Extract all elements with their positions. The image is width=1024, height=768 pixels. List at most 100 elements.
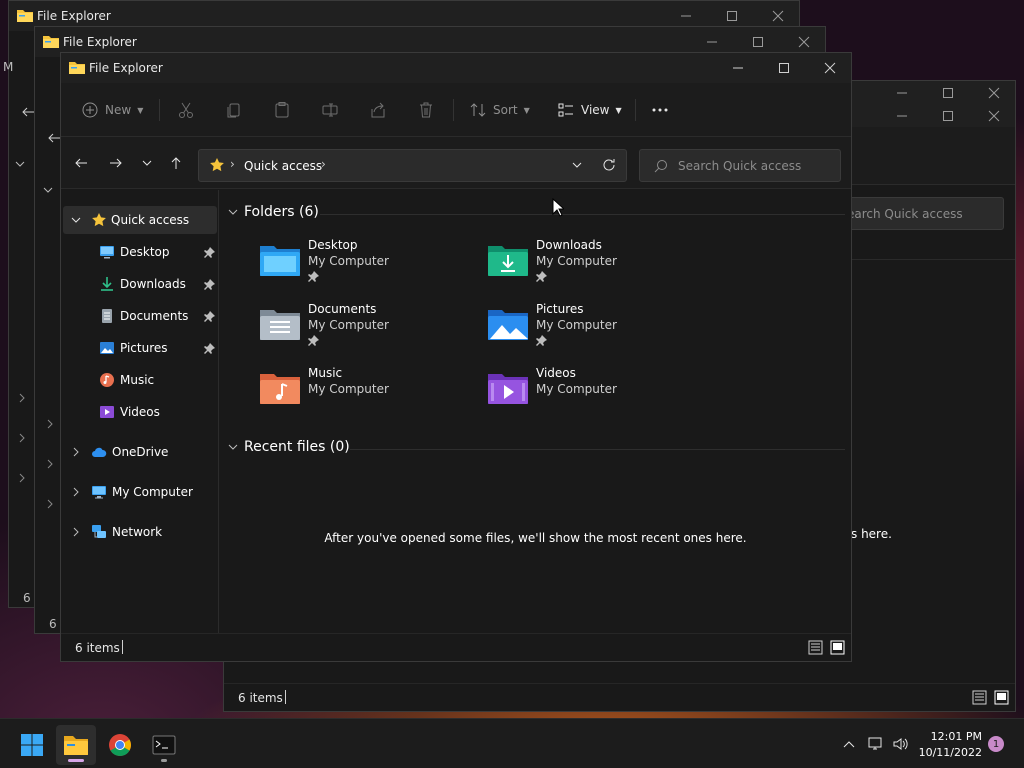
window-title: File Explorer [37, 9, 111, 23]
folder-tile-videos[interactable]: Videos My Computer [486, 366, 696, 418]
up-button[interactable] [166, 153, 186, 173]
chrome-icon [109, 734, 131, 756]
folder-tile-downloads[interactable]: Downloads My Computer [486, 238, 696, 290]
cut-button[interactable] [177, 83, 195, 137]
sidebar-item-label: Videos [120, 405, 160, 419]
maximize-button[interactable] [925, 81, 971, 105]
tile-name: Pictures [536, 302, 584, 316]
new-button[interactable]: New ▼ [81, 83, 143, 137]
up-arrow-icon [171, 157, 181, 169]
sidebar-item-pictures[interactable]: Pictures [63, 334, 217, 362]
taskbar-terminal[interactable] [144, 725, 184, 765]
chevron-right-icon [19, 393, 25, 403]
share-icon [371, 102, 385, 118]
delete-button[interactable] [417, 83, 435, 137]
more-options-button[interactable] [651, 83, 669, 137]
forward-button[interactable] [106, 153, 126, 173]
chevron-down-icon [228, 209, 238, 215]
sidebar-item-music[interactable]: Music [63, 366, 217, 394]
recent-locations-button[interactable] [137, 153, 157, 173]
back-button[interactable] [71, 153, 91, 173]
title-bar[interactable]: File Explorer [61, 53, 851, 83]
sidebar-item-videos[interactable]: Videos [63, 398, 217, 426]
details-view-icon[interactable] [808, 640, 823, 655]
close-button[interactable] [807, 53, 853, 83]
breadcrumb-quick-access[interactable]: Quick access [244, 159, 322, 173]
chevron-down-icon[interactable] [571, 159, 583, 171]
tile-name: Desktop [308, 238, 358, 252]
sidebar-item-onedrive[interactable]: OneDrive [63, 438, 217, 466]
sidebar-item-label: OneDrive [112, 445, 169, 459]
taskbar-chrome[interactable] [100, 725, 140, 765]
clock-date[interactable]: 10/11/2022 [916, 746, 982, 759]
details-view-icon[interactable] [972, 690, 987, 705]
chevron-right-icon [47, 499, 53, 509]
address-bar[interactable]: › Quick access › [198, 149, 627, 182]
close-button[interactable] [971, 105, 1017, 127]
folders-group-header[interactable]: Folders (6) [228, 204, 319, 220]
ellipsis-icon [652, 108, 668, 112]
chevron-right-icon[interactable] [71, 447, 81, 457]
volume-icon[interactable] [892, 736, 908, 752]
text-fragment: M [3, 60, 14, 74]
pin-icon [308, 271, 319, 282]
pin-icon [204, 343, 215, 354]
group-divider [320, 214, 845, 215]
close-icon [772, 10, 784, 22]
minimize-button[interactable] [879, 81, 925, 105]
search-input[interactable] [678, 156, 836, 176]
sidebar-item-downloads[interactable]: Downloads [63, 270, 217, 298]
navigation-pane: Quick access Desktop Downloads Documents… [61, 190, 219, 634]
refresh-icon[interactable] [602, 158, 616, 172]
sidebar-item-my-computer[interactable]: My Computer [63, 478, 217, 506]
sidebar-item-label: Downloads [120, 277, 186, 291]
file-explorer-window[interactable]: File Explorer New ▼ Sort ▼ View ▼ › Quic… [60, 52, 852, 662]
rename-button[interactable] [321, 83, 339, 137]
minimize-button[interactable] [715, 53, 761, 83]
notification-badge[interactable]: 1 [988, 736, 1004, 752]
folder-tile-desktop[interactable]: Desktop My Computer [258, 238, 468, 290]
share-button[interactable] [369, 83, 387, 137]
copy-button[interactable] [225, 83, 243, 137]
tiles-view-icon[interactable] [830, 640, 845, 655]
chevron-down-icon [15, 161, 25, 167]
folder-tile-music[interactable]: Music My Computer [258, 366, 468, 418]
start-button[interactable] [12, 725, 52, 765]
sidebar-item-documents[interactable]: Documents [63, 302, 217, 330]
copy-icon [227, 103, 240, 118]
chevron-right-icon [19, 473, 25, 483]
music-folder-icon [260, 374, 300, 404]
window-title: File Explorer [63, 35, 137, 49]
videos-folder-icon [488, 374, 528, 404]
command-bar: New ▼ Sort ▼ View ▼ [61, 83, 851, 137]
clock-time[interactable]: 12:01 PM [922, 730, 982, 743]
taskbar-file-explorer[interactable] [56, 725, 96, 765]
recent-files-group-header[interactable]: Recent files (0) [228, 439, 350, 455]
taskbar: 12:01 PM 10/11/2022 1 [0, 718, 1024, 768]
minimize-button[interactable] [879, 105, 925, 127]
breadcrumb-separator-icon[interactable]: › [321, 157, 326, 171]
maximize-button[interactable] [761, 53, 807, 83]
close-button[interactable] [971, 81, 1017, 105]
folder-tile-pictures[interactable]: Pictures My Computer [486, 302, 696, 354]
minimize-icon [897, 92, 907, 94]
chevron-right-icon[interactable] [71, 527, 81, 537]
sort-button[interactable]: Sort ▼ [469, 83, 530, 137]
search-box[interactable] [639, 149, 841, 182]
tiles-view-icon[interactable] [994, 690, 1009, 705]
folder-tile-documents[interactable]: Documents My Computer [258, 302, 468, 354]
view-button[interactable]: View ▼ [557, 83, 622, 137]
chevron-down-icon[interactable] [71, 215, 81, 225]
paste-button[interactable] [273, 83, 291, 137]
tile-name: Videos [536, 366, 576, 380]
chevron-right-icon[interactable] [71, 487, 81, 497]
back-arrow-icon [22, 107, 34, 117]
chevron-up-icon[interactable] [841, 736, 857, 752]
network-status-icon[interactable] [867, 736, 883, 752]
maximize-button[interactable] [925, 105, 971, 127]
back-arrow-icon [75, 158, 87, 168]
network-icon [92, 525, 106, 538]
sidebar-item-desktop[interactable]: Desktop [63, 238, 217, 266]
sidebar-item-quick-access[interactable]: Quick access [63, 206, 217, 234]
sidebar-item-network[interactable]: Network [63, 518, 217, 546]
